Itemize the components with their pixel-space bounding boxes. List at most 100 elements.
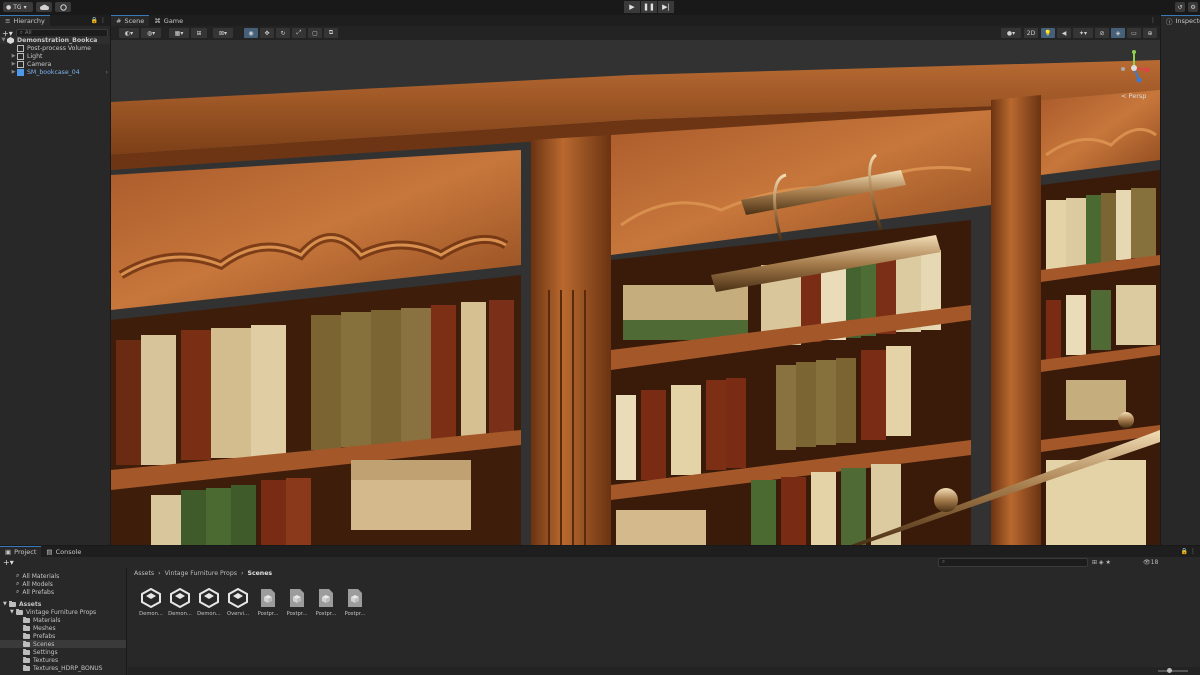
- panel-menu-icon[interactable]: ⋮: [1150, 17, 1156, 24]
- folder-settings[interactable]: Settings: [0, 648, 126, 656]
- chevron-right-icon: ›: [158, 570, 161, 577]
- zoom-slider[interactable]: [1158, 668, 1188, 673]
- chevron-right-icon[interactable]: ›: [106, 69, 108, 76]
- hidden-objects-toggle[interactable]: ⊘: [1095, 28, 1109, 38]
- move-tool-button[interactable]: ✥: [260, 28, 274, 38]
- draw-mode-dropdown[interactable]: ◐▾: [119, 28, 139, 38]
- favorite-all-materials[interactable]: ⌕ All Materials: [0, 572, 126, 580]
- breadcrumb-vintage[interactable]: Vintage Furniture Props: [165, 570, 237, 577]
- breadcrumb-assets[interactable]: Assets: [134, 570, 154, 577]
- favorite-all-prefabs[interactable]: ⌕ All Prefabs: [0, 588, 126, 596]
- user-icon: ●: [6, 3, 12, 11]
- asset-label: Overvi...: [227, 611, 249, 617]
- panel-menu-icon[interactable]: 🔒 ⋮: [91, 17, 106, 24]
- asset-item[interactable]: Postpr...: [342, 587, 368, 617]
- assets-root[interactable]: ▼ Assets: [0, 600, 126, 608]
- history-button[interactable]: ↺: [1175, 2, 1185, 12]
- hierarchy-row-light[interactable]: ▶ Light: [0, 52, 110, 60]
- persp-label[interactable]: < Persp: [1121, 92, 1146, 100]
- collab-button[interactable]: [55, 2, 71, 12]
- tab-hierarchy[interactable]: ≡ Hierarchy: [0, 15, 50, 26]
- inspector-body: [1161, 26, 1200, 545]
- add-button[interactable]: +▾: [3, 558, 14, 567]
- folder-scenes[interactable]: Scenes: [0, 640, 126, 648]
- transform-tool-button[interactable]: ⧉: [324, 28, 338, 38]
- gizmos-toggle[interactable]: ◈: [1111, 28, 1125, 38]
- tab-inspector[interactable]: ⓘ Inspector: [1161, 15, 1200, 26]
- gear-icon: ⚙: [1190, 3, 1196, 11]
- favorite-label: All Models: [22, 580, 53, 588]
- postprocess-profile-icon: [315, 587, 337, 609]
- unity-scene-icon: [169, 587, 191, 609]
- asset-item[interactable]: Postpr...: [313, 587, 339, 617]
- folder-textures-hdrp[interactable]: Textures_HDRP_BONUS: [0, 664, 126, 672]
- scene-viewport[interactable]: < Persp: [111, 40, 1160, 545]
- asset-item[interactable]: Demon...: [196, 587, 222, 617]
- folder-vintage[interactable]: ▼ Vintage Furniture Props: [0, 608, 126, 616]
- asset-item[interactable]: Demon...: [167, 587, 193, 617]
- asset-item[interactable]: Postpr...: [255, 587, 281, 617]
- settings-button[interactable]: ⚙: [1188, 2, 1198, 12]
- account-button[interactable]: ● TG ▾: [3, 2, 33, 12]
- asset-item[interactable]: Postpr...: [284, 587, 310, 617]
- expand-arrow-icon[interactable]: ▼: [0, 37, 7, 43]
- grid-snap-dropdown[interactable]: ▦▾: [169, 28, 189, 38]
- hierarchy-row-postprocess[interactable]: Post-process Volume: [0, 44, 110, 52]
- tab-inspector-label: Inspector: [1175, 17, 1200, 25]
- shading-icon: ◐▾: [124, 29, 134, 37]
- favorite-all-models[interactable]: ⌕ All Models: [0, 580, 126, 588]
- filter-icons[interactable]: ⊞ ◈ ★: [1092, 559, 1111, 566]
- zoom-slider-handle[interactable]: [1167, 668, 1172, 673]
- tab-game[interactable]: ⌘ Game: [149, 15, 188, 26]
- expand-arrow-icon[interactable]: ▶: [10, 61, 17, 67]
- list-icon: ≡: [5, 17, 11, 25]
- asset-label: Demon...: [197, 611, 221, 617]
- panel-menu-icon[interactable]: 🔒 ⋮: [1181, 548, 1196, 555]
- rotate-tool-button[interactable]: ↻: [276, 28, 290, 38]
- view-tool-button[interactable]: ◉: [244, 28, 258, 38]
- breadcrumb-scenes[interactable]: Scenes: [247, 570, 272, 577]
- rect-tool-button[interactable]: ▢: [308, 28, 322, 38]
- lighting-toggle[interactable]: 💡: [1041, 28, 1055, 38]
- expand-arrow-icon[interactable]: ▶: [10, 69, 17, 75]
- folder-meshes[interactable]: Meshes: [0, 624, 126, 632]
- folder-prefabs[interactable]: Prefabs: [0, 632, 126, 640]
- project-footer: [128, 667, 1200, 675]
- tab-console[interactable]: ▤ Console: [41, 546, 86, 557]
- project-asset-grid: Assets › Vintage Furniture Props › Scene…: [128, 568, 1200, 675]
- folder-textures[interactable]: Textures: [0, 656, 126, 664]
- cloud-button[interactable]: [36, 2, 52, 12]
- hierarchy-row-bookcase[interactable]: ▶ SM_bookcase_04 ›: [0, 68, 110, 76]
- expand-arrow-icon[interactable]: ▶: [10, 53, 17, 59]
- unity-scene-icon: [140, 587, 162, 609]
- hierarchy-row-scene[interactable]: ▼ Demonstration_Bookca: [0, 36, 110, 44]
- tab-project[interactable]: ▣ Project: [0, 546, 42, 557]
- scene-options-dropdown[interactable]: ⊕: [1143, 28, 1157, 38]
- mode-2d-label: 2D: [1026, 29, 1036, 37]
- hierarchy-row-camera[interactable]: ▶ Camera: [0, 60, 110, 68]
- project-panel: ▣ Project ▤ Console 🔒 ⋮ +▾ ⌕ ⊞ ◈ ★ 👁18 ⌕…: [0, 546, 1200, 675]
- increment-snap-button[interactable]: ⊞: [191, 28, 207, 38]
- pivot-dropdown[interactable]: ⊠▾: [213, 28, 233, 38]
- folder-icon: [23, 656, 30, 663]
- scale-tool-button[interactable]: ⤢: [292, 28, 306, 38]
- asset-item[interactable]: Overvi...: [225, 587, 251, 617]
- step-button[interactable]: ▶|: [658, 1, 674, 13]
- folder-materials[interactable]: Materials: [0, 616, 126, 624]
- asset-item[interactable]: Demon...: [138, 587, 164, 617]
- row-label: SM_bookcase_04: [27, 68, 80, 76]
- folder-label: Settings: [33, 648, 58, 656]
- pause-button[interactable]: ❚❚: [641, 1, 657, 13]
- render-mode-dropdown[interactable]: ◍▾: [141, 28, 161, 38]
- light-bulb-icon: 💡: [1044, 29, 1052, 37]
- tab-scene[interactable]: # Scene: [111, 15, 150, 26]
- toggle-2d-button[interactable]: 2D: [1024, 28, 1038, 38]
- effects-dropdown[interactable]: ✦▾: [1073, 28, 1093, 38]
- camera-dropdown[interactable]: ▭: [1127, 28, 1141, 38]
- project-search-input[interactable]: ⌕: [938, 558, 1088, 567]
- play-button[interactable]: ▶: [624, 1, 640, 13]
- tab-hierarchy-label: Hierarchy: [13, 17, 45, 25]
- chevron-right-icon: ›: [241, 570, 244, 577]
- audio-toggle[interactable]: ◀: [1057, 28, 1071, 38]
- lighting-dropdown[interactable]: ●▾: [1001, 28, 1021, 38]
